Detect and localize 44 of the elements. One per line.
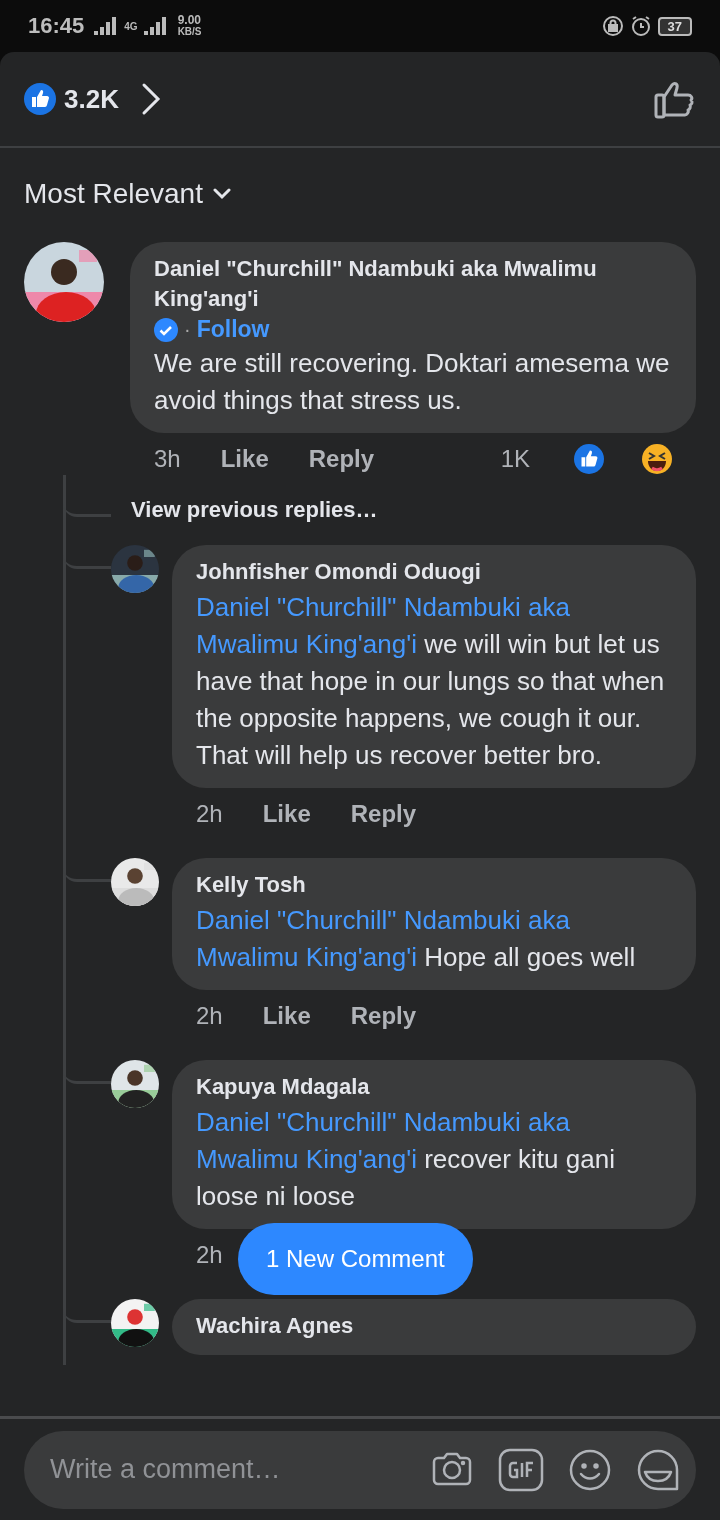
view-previous-replies-link[interactable]: View previous replies… (131, 497, 378, 523)
battery-level: 37 (657, 16, 692, 36)
like-reaction-icon (574, 444, 604, 474)
signal-icon (143, 17, 168, 35)
reaction-count[interactable]: 1K (500, 445, 530, 473)
timestamp: 3h (154, 445, 181, 473)
alarm-icon (629, 15, 652, 37)
author-name[interactable]: Kapuya Mdagala (196, 1072, 672, 1102)
chevron-right-icon[interactable] (140, 82, 161, 116)
comment-input[interactable]: Write a comment… (48, 1453, 406, 1486)
like-reaction-icon (24, 83, 56, 115)
reply-text: Daniel "Churchill" Ndambuki aka Mwalimu King'ang'i we will win but let us have that hope in our lungs so that when the opposite happens, we cough it our. That will help us recover better bro. (196, 591, 666, 772)
like-button[interactable]: Like (262, 1002, 311, 1030)
sticker-icon[interactable] (636, 1447, 680, 1492)
comment-text: We are still recovering. Doktari amesema we avoid things that stress us. (154, 347, 671, 417)
reply-button[interactable]: Reply (308, 445, 375, 473)
reply-button[interactable]: Reply (350, 1002, 417, 1030)
author-name[interactable]: Wachira Agnes (196, 1311, 672, 1341)
separator-dot: · (184, 318, 191, 341)
signal-icon (94, 17, 119, 35)
reaction-count[interactable]: 3.2K (64, 83, 119, 115)
sort-dropdown[interactable]: Most Relevant (24, 178, 231, 210)
clock: 16:45 (28, 13, 85, 39)
like-button[interactable]: Like (262, 800, 311, 828)
timestamp: 2h (196, 800, 223, 828)
gif-icon[interactable] (498, 1447, 544, 1492)
timestamp: 2h (196, 1002, 223, 1030)
laughing-emoji-icon (642, 444, 672, 474)
speed-unit: KB/S (177, 26, 202, 37)
author-name[interactable]: Daniel "Churchill" Ndambuki aka Mwalimu King'ang'i (154, 254, 672, 314)
thumbs-up-icon[interactable] (654, 79, 696, 119)
caret-icon (212, 188, 231, 200)
reply-button[interactable]: Reply (350, 800, 417, 828)
timestamp: 2h (196, 1241, 223, 1269)
emoji-icon[interactable] (568, 1447, 612, 1492)
author-name[interactable]: Johnfisher Omondi Oduogi (196, 557, 672, 587)
rotation-lock-icon (601, 15, 624, 37)
reply-text: Daniel "Churchill" Ndambuki aka Mwalimu King'ang'i Hope all goes well (196, 904, 637, 974)
like-button[interactable]: Like (220, 445, 269, 473)
network-speed: 9.00 (177, 15, 202, 26)
network-type: 4G (124, 20, 138, 32)
reply-text: Daniel "Churchill" Ndambuki aka Mwalimu King'ang'i recover kitu gani loose ni loose (196, 1106, 616, 1213)
follow-link[interactable]: Follow (196, 316, 270, 343)
author-name[interactable]: Kelly Tosh (196, 870, 672, 900)
